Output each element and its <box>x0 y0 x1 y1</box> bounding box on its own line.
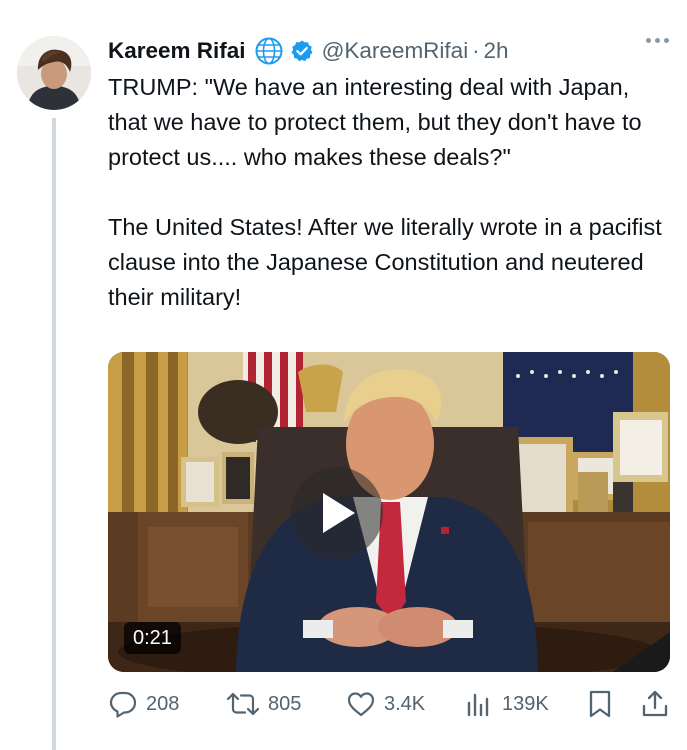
tweet-paragraph: TRUMP: "We have an interesting deal with… <box>108 74 649 170</box>
play-icon <box>323 493 355 533</box>
avatar[interactable] <box>17 36 91 110</box>
globe-icon[interactable] <box>254 36 284 66</box>
tweet-paragraph: The United States! After we literally wr… <box>108 214 669 310</box>
repost-icon <box>226 692 260 716</box>
tweet-text: TRUMP: "We have an interesting deal with… <box>108 70 668 315</box>
share-button[interactable] <box>640 686 670 722</box>
video-duration: 0:21 <box>124 622 181 654</box>
author-handle[interactable]: @KareemRifai <box>322 38 469 64</box>
play-button[interactable] <box>291 467 383 559</box>
reply-icon <box>109 691 137 718</box>
like-count: 3.4K <box>384 692 426 715</box>
more-options-icon[interactable] <box>646 38 669 43</box>
separator-dot: · <box>472 38 480 63</box>
thread-line <box>52 118 56 750</box>
reply-button[interactable]: 208 <box>108 686 179 722</box>
timestamp[interactable]: 2h <box>484 38 509 64</box>
repost-button[interactable]: 805 <box>226 686 301 722</box>
bookmark-icon <box>589 690 611 718</box>
heart-icon <box>347 692 375 717</box>
author-name[interactable]: Kareem Rifai <box>108 38 246 64</box>
like-button[interactable]: 3.4K <box>346 686 425 722</box>
views-button[interactable]: 139K <box>464 686 549 722</box>
reply-count: 208 <box>146 692 180 715</box>
video-thumbnail[interactable] <box>108 352 670 672</box>
views-count: 139K <box>502 692 549 715</box>
share-icon <box>642 690 668 717</box>
repost-count: 805 <box>268 692 302 715</box>
bookmark-button[interactable] <box>586 686 614 722</box>
tweet-header: Kareem Rifai @KareemRifai · 2h <box>108 34 671 68</box>
views-icon <box>467 693 489 717</box>
verified-badge-icon <box>290 39 314 63</box>
action-bar: 208 805 3.4K 139K <box>108 686 672 722</box>
